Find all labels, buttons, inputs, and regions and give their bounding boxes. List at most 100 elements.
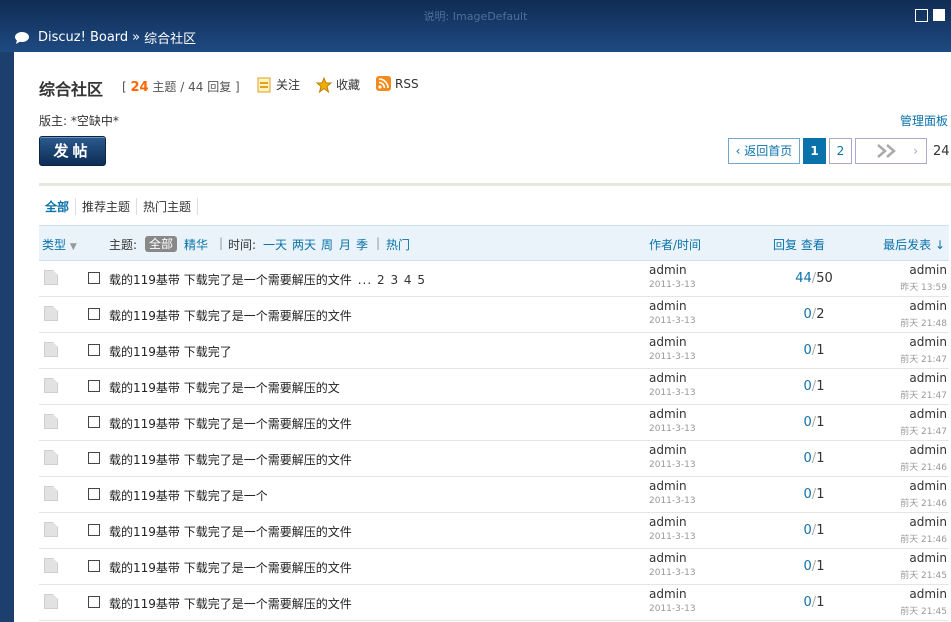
thread-checkbox[interactable] [88,524,100,536]
thread-title-link[interactable]: 载的119基带 下载完了是一个 [109,489,268,503]
tab-hot[interactable]: 热门主题 [137,198,199,215]
last-post-author[interactable]: admin [909,587,947,601]
last-post-author[interactable]: admin [909,299,947,313]
thread-folder-icon[interactable] [44,522,58,537]
thread-title-link[interactable]: 载的119基带 下载完了 [109,345,232,359]
last-post-time[interactable]: 前天 21:48 [900,316,947,329]
thread-folder-icon[interactable] [44,270,58,285]
thread-row: 载的119基带 下载完了是一个需要解压的文件 admin 2011-3-13 0/2 a… [39,296,949,333]
thread-author[interactable]: admin [649,515,687,529]
thread-title-link[interactable]: 载的119基带 下载完了是一个需要解压的文件 [109,273,352,287]
thread-checkbox[interactable] [88,488,100,500]
last-post-author[interactable]: admin [909,479,947,493]
time-filter-season[interactable]: 季 [356,236,368,253]
thread-folder-icon[interactable] [44,486,58,501]
restore-icon[interactable] [915,9,928,22]
type-filter[interactable]: 类型 ▼ [42,236,77,253]
filter-digest[interactable]: 精华 [184,236,208,253]
admin-panel-link[interactable]: 管理面板 [900,112,948,129]
thread-date: 2011-3-13 [649,280,696,290]
reply-view-count: 0/1 [774,523,854,538]
last-post-time[interactable]: 前天 21:46 [900,532,947,545]
last-post-time[interactable]: 前天 21:46 [900,496,947,509]
last-post-author[interactable]: admin [909,443,947,457]
thread-author[interactable]: admin [649,551,687,565]
thread-folder-icon[interactable] [44,306,58,321]
thread-checkbox[interactable] [88,308,100,320]
thread-folder-icon[interactable] [44,378,58,393]
thread-checkbox[interactable] [88,380,100,392]
last-post-author[interactable]: admin [909,407,947,421]
thread-title-link[interactable]: 载的119基带 下载完了是一个需要解压的文件 [109,525,352,539]
thread-author[interactable]: admin [649,371,687,385]
rss-button[interactable]: RSS [376,76,419,91]
time-filter-two-days[interactable]: 两天 [292,236,316,253]
last-post-time[interactable]: 昨天 13:59 [900,280,947,293]
last-post-time[interactable]: 前天 21:47 [900,352,947,365]
thread-checkbox[interactable] [88,560,100,572]
thread-title-link[interactable]: 载的119基带 下载完了是一个需要解压的文件 [109,309,352,323]
thread-folder-icon[interactable] [44,414,58,429]
thread-folder-icon[interactable] [44,594,58,609]
view-count: 1 [816,595,825,610]
thread-checkbox[interactable] [88,596,100,608]
thread-pages[interactable]: ... 2 3 4 5 [358,273,426,287]
back-to-home-button[interactable]: ‹ 返回首页 [728,138,800,164]
thread-checkbox[interactable] [88,272,100,284]
thread-checkbox[interactable] [88,452,100,464]
view-count: 1 [816,415,825,430]
last-post-time[interactable]: 前天 21:47 [900,424,947,437]
thread-date: 2011-3-13 [649,532,696,542]
time-filter-week[interactable]: 周 [321,236,333,253]
new-post-button[interactable]: 发帖 [39,136,106,166]
last-post-author[interactable]: admin [909,371,947,385]
author-time-column[interactable]: 作者/时间 [649,236,701,253]
last-post-author[interactable]: admin [909,551,947,565]
header-separator: | [219,236,224,250]
thread-author[interactable]: admin [649,479,687,493]
thread-author[interactable]: admin [649,587,687,601]
thread-title-link[interactable]: 载的119基带 下载完了是一个需要解压的文 [109,381,340,395]
thread-folder-icon[interactable] [44,342,58,357]
replies-views-column[interactable]: 回复 查看 [773,236,825,253]
reply-count: 0 [803,415,812,430]
next-page-button[interactable]: › [855,138,927,164]
thread-title-link[interactable]: 载的119基带 下载完了是一个需要解压的文件 [109,453,352,467]
last-post-time[interactable]: 前天 21:46 [900,460,947,473]
time-filter-month[interactable]: 月 [339,236,351,253]
last-post-author[interactable]: admin [909,263,947,277]
reply-view-count: 0/2 [774,307,854,322]
thread-author[interactable]: admin [649,335,687,349]
filter-hot[interactable]: 热门 [386,236,410,253]
page-2-button[interactable]: 2 [829,138,852,164]
last-post-author[interactable]: admin [909,335,947,349]
thread-folder-icon[interactable] [44,450,58,465]
time-filter-one-day[interactable]: 一天 [263,236,287,253]
thread-title-link[interactable]: 载的119基带 下载完了是一个需要解压的文件 [109,597,352,611]
last-post-time[interactable]: 前天 21:47 [900,388,947,401]
thread-author[interactable]: admin [649,443,687,457]
thread-author[interactable]: admin [649,299,687,313]
reply-view-count: 0/1 [774,559,854,574]
thread-folder-icon[interactable] [44,558,58,573]
thread-checkbox[interactable] [88,344,100,356]
thread-title-link[interactable]: 载的119基带 下载完了是一个需要解压的文件 [109,417,352,431]
thread-checkbox[interactable] [88,416,100,428]
last-post-time[interactable]: 前天 21:45 [900,568,947,581]
breadcrumb-site-link[interactable]: Discuz! Board [38,30,128,45]
follow-button[interactable]: 关注 [257,76,300,93]
tab-recommended[interactable]: 推荐主题 [76,198,138,215]
thread-title-link[interactable]: 载的119基带 下载完了是一个需要解压的文件 [109,561,352,575]
tab-all[interactable]: 全部 [39,198,77,215]
last-post-column[interactable]: 最后发表 ↓ [883,236,945,253]
breadcrumb-forum-link[interactable]: 综合社区 [144,28,196,47]
last-post-author[interactable]: admin [909,515,947,529]
page-1-button[interactable]: 1 [803,138,826,164]
maximize-icon[interactable] [933,9,945,21]
filter-all-badge[interactable]: 全部 [145,235,178,252]
last-post-time[interactable]: 前天 21:45 [900,604,947,617]
thread-author[interactable]: admin [649,263,687,277]
reply-view-count: 0/1 [774,451,854,466]
favorite-button[interactable]: 收藏 [316,76,360,93]
thread-author[interactable]: admin [649,407,687,421]
